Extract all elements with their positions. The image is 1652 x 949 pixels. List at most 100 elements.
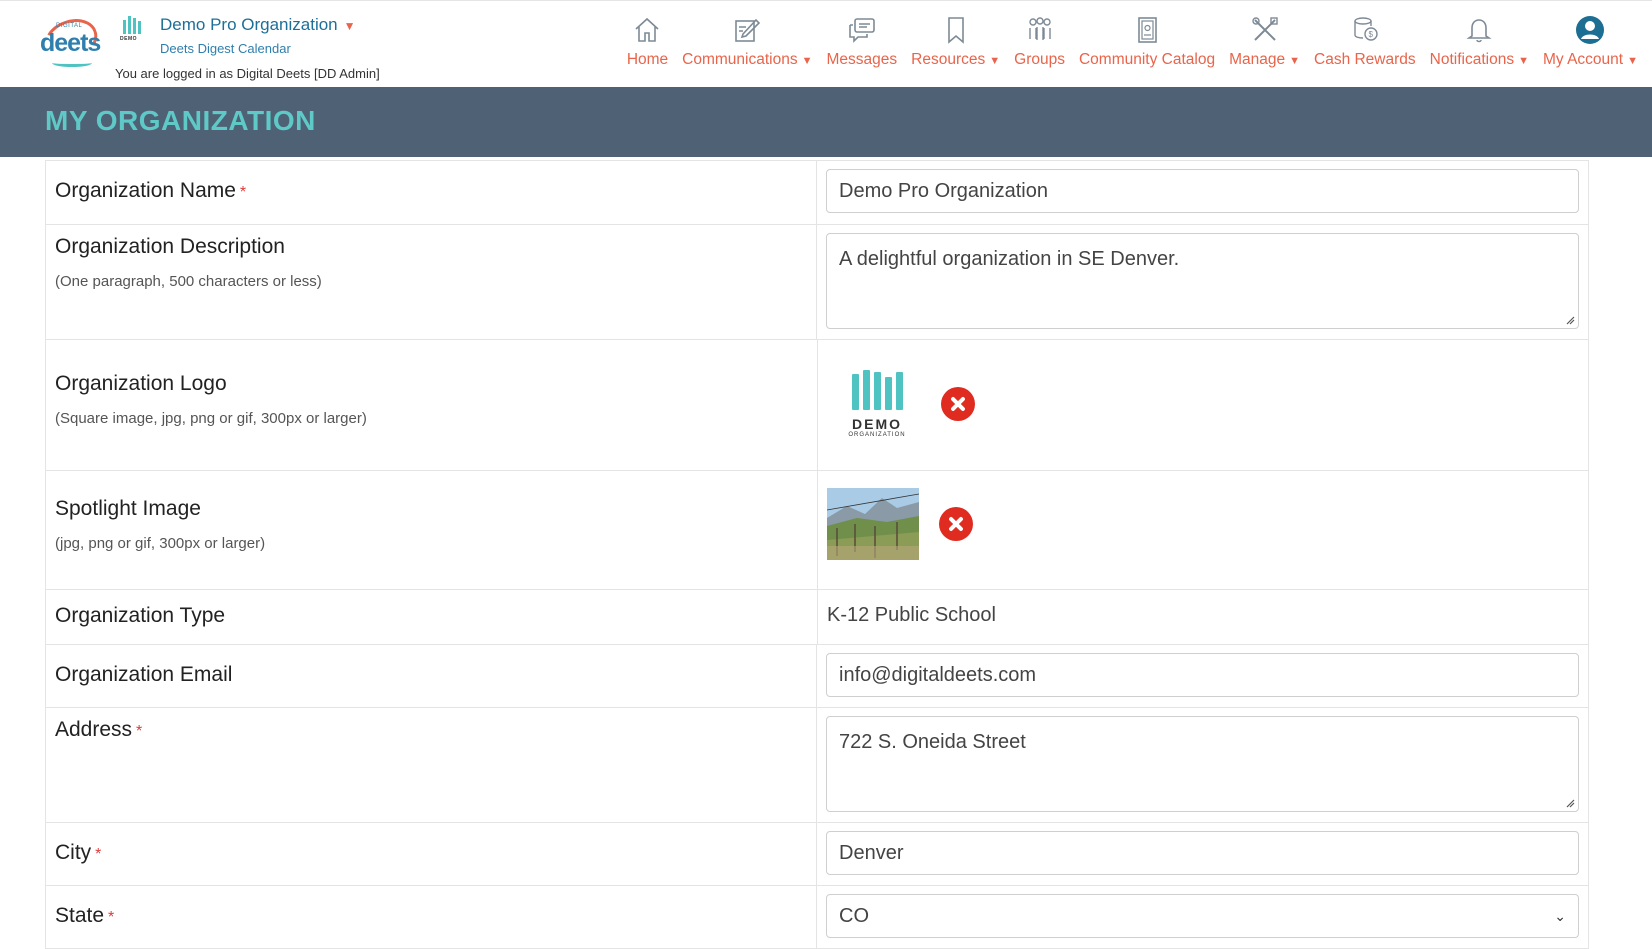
- form-row-org-email: Organization Email info@digitaldeets.com: [46, 644, 1588, 707]
- logged-in-status: You are logged in as Digital Deets [DD A…: [115, 66, 380, 81]
- required-marker: *: [136, 723, 143, 740]
- account-icon: [1576, 16, 1605, 44]
- nav-label: Community Catalog: [1078, 51, 1216, 68]
- spotlight-image: [827, 488, 919, 560]
- org-logo-image: DEMO ORGANIZATION: [827, 354, 927, 454]
- bell-icon: [1466, 19, 1492, 43]
- groups-icon: [1028, 17, 1051, 40]
- chevron-down-icon: ▼: [989, 55, 1001, 67]
- field-label: Address: [55, 718, 133, 741]
- svg-text:$: $: [1368, 30, 1373, 39]
- page-title: MY ORGANIZATION: [45, 105, 316, 136]
- value-cell: A delightful organization in SE Denver.: [817, 225, 1588, 339]
- label-cell: City *: [46, 823, 817, 885]
- nav-cash-rewards[interactable]: $ Cash Rewards: [1307, 15, 1423, 77]
- required-marker: *: [108, 909, 115, 926]
- form-row-address: Address * 722 S. Oneida Street: [46, 707, 1588, 822]
- bookmark-icon: [947, 17, 964, 44]
- field-label: City: [55, 841, 92, 864]
- nav-resources[interactable]: Resources ▼: [904, 15, 1007, 77]
- field-label: State: [55, 904, 105, 927]
- nav-label: Manage: [1229, 51, 1286, 68]
- chevron-down-icon: ▼: [1518, 55, 1529, 67]
- nav-groups[interactable]: Groups: [1007, 15, 1072, 77]
- chevron-down-icon: ⌄: [1554, 907, 1566, 924]
- tools-icon: [1251, 17, 1278, 41]
- select-value: CO: [839, 904, 869, 927]
- org-switcher[interactable]: Demo Pro Organization ▼: [160, 15, 356, 35]
- remove-spotlight-button[interactable]: [939, 507, 973, 541]
- form-row-city: City * Denver: [46, 822, 1588, 885]
- org-email-input[interactable]: info@digitaldeets.com: [826, 653, 1579, 697]
- address-textarea[interactable]: 722 S. Oneida Street: [826, 716, 1579, 812]
- org-name-text: Demo Pro Organization: [160, 15, 338, 34]
- digital-deets-logo[interactable]: DIGITAL deets: [38, 11, 104, 69]
- logo-word: deets: [40, 29, 101, 57]
- value-cell: Demo Pro Organization: [817, 161, 1588, 224]
- field-hint: (jpg, png or gif, 300px or larger): [55, 535, 266, 552]
- logo-text: DEMO: [852, 416, 902, 432]
- field-label: Organization Description: [55, 235, 285, 258]
- nav-home[interactable]: Home: [620, 15, 675, 77]
- nav-label: My Account: [1542, 51, 1624, 68]
- nav-communications[interactable]: Communications ▼: [675, 15, 819, 77]
- nav-label: Groups: [1014, 51, 1065, 68]
- chevron-down-icon: ▼: [1627, 55, 1638, 67]
- value-cell: CO ⌄: [817, 886, 1588, 948]
- label-cell: Organization Email: [46, 645, 817, 707]
- label-cell: Address *: [46, 708, 817, 822]
- nav-notifications[interactable]: Notifications ▼: [1423, 15, 1536, 77]
- nav-messages[interactable]: Messages: [820, 15, 905, 77]
- label-cell: Organization Name *: [46, 161, 817, 224]
- label-cell: State *: [46, 886, 817, 948]
- textarea-text: A delightful organization in SE Denver.: [839, 248, 1180, 270]
- city-input[interactable]: Denver: [826, 831, 1579, 875]
- logo-swoosh: [52, 59, 92, 67]
- org-mini-label: DEMO: [120, 36, 137, 42]
- org-name-input[interactable]: Demo Pro Organization: [826, 169, 1579, 213]
- compose-icon: [735, 18, 761, 42]
- field-label: Organization Name: [55, 179, 236, 202]
- resize-grip-icon[interactable]: [1565, 798, 1575, 808]
- value-cell: 722 S. Oneida Street: [817, 708, 1588, 822]
- field-label: Organization Type: [55, 604, 226, 627]
- digest-calendar-link[interactable]: Deets Digest Calendar: [160, 41, 291, 56]
- field-label: Organization Email: [55, 663, 233, 686]
- nav-label: Resources: [911, 51, 986, 68]
- nav-label: Cash Rewards: [1314, 51, 1416, 68]
- form-row-org-logo: Organization Logo (Square image, jpg, pn…: [46, 339, 1588, 470]
- main-nav: Home Communications ▼ Messages Resources ▼…: [620, 15, 1652, 77]
- field-hint: (One paragraph, 500 characters or less): [55, 273, 322, 290]
- form-row-org-description: Organization Description (One paragraph,…: [46, 224, 1588, 339]
- required-marker: *: [239, 184, 247, 201]
- state-select[interactable]: CO ⌄: [826, 894, 1579, 938]
- org-description-textarea[interactable]: A delightful organization in SE Denver.: [826, 233, 1579, 329]
- value-cell: info@digitaldeets.com: [817, 645, 1588, 707]
- nav-label: Notifications: [1429, 51, 1515, 68]
- nav-manage[interactable]: Manage ▼: [1222, 15, 1307, 77]
- logo-subtext: ORGANIZATION: [848, 432, 906, 438]
- messages-icon: [849, 18, 875, 43]
- field-label: Spotlight Image: [55, 497, 201, 520]
- field-label: Organization Logo: [55, 372, 227, 395]
- form-row-org-type: Organization Type K-12 Public School: [46, 589, 1588, 644]
- chevron-down-icon: ▼: [801, 55, 813, 67]
- nav-community-catalog[interactable]: Community Catalog: [1072, 15, 1222, 77]
- value-cell: [818, 471, 1588, 589]
- required-marker: *: [95, 846, 102, 863]
- label-cell: Organization Logo (Square image, jpg, pn…: [46, 340, 818, 470]
- top-navigation-bar: DIGITAL deets DEMO Demo Pro Organization…: [0, 0, 1652, 87]
- home-icon: [635, 17, 660, 42]
- value-cell: K-12 Public School: [818, 590, 1588, 644]
- nav-label: Home: [626, 51, 669, 68]
- cash-icon: $: [1354, 17, 1378, 41]
- nav-my-account[interactable]: My Account ▼: [1536, 15, 1652, 77]
- resize-grip-icon[interactable]: [1565, 315, 1575, 325]
- remove-logo-button[interactable]: [941, 387, 975, 421]
- organization-form: Organization Name * Demo Pro Organization…: [45, 160, 1589, 949]
- textarea-text: 722 S. Oneida Street: [839, 731, 1026, 753]
- org-type-value: K-12 Public School: [827, 604, 996, 626]
- value-cell: DEMO ORGANIZATION: [818, 340, 1588, 470]
- chevron-down-icon: ▼: [343, 19, 356, 33]
- field-hint: (Square image, jpg, png or gif, 300px or…: [55, 410, 367, 427]
